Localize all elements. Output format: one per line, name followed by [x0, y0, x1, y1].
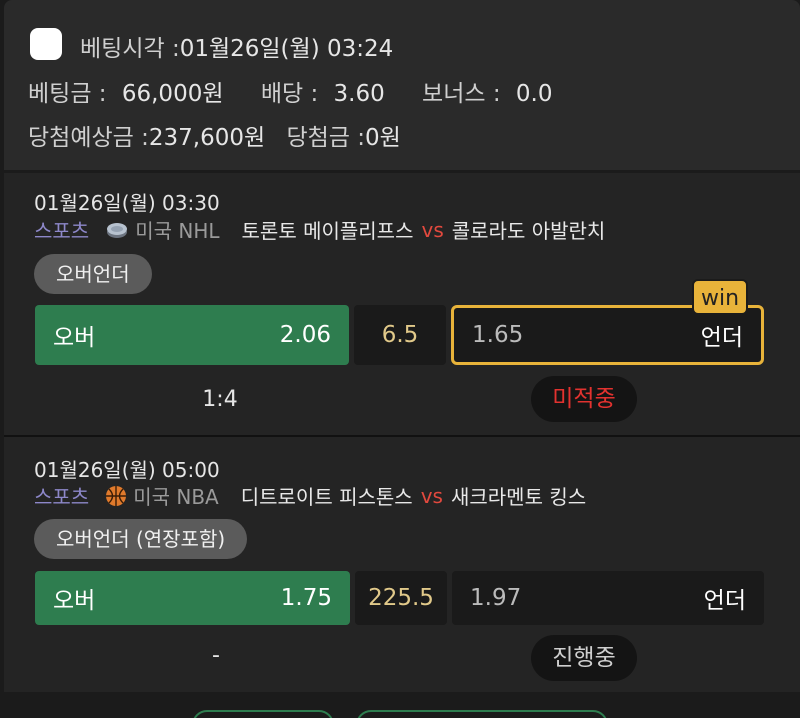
under-button[interactable]: 1.97 언더 [452, 571, 764, 625]
vs-label: vs [421, 217, 444, 242]
stake-row: 베팅금 : 66,000원 배당 : 3.60 보너스 : 0.0 [28, 74, 552, 108]
expected-row: 당첨예상금 :237,600원 당첨금 :0원 [28, 118, 401, 152]
hockey-puck-icon [107, 222, 128, 238]
bonus-value: 0.0 [515, 81, 553, 107]
game-time: 01월26일(월) 03:30 [34, 191, 220, 215]
win-badge: win [692, 279, 748, 315]
league-label: 미국 NBA [133, 485, 219, 509]
basketball-icon [106, 485, 127, 506]
market-badge: 오버언더 (연장포함) [34, 519, 248, 559]
footer-button[interactable] [192, 710, 334, 718]
over-odds: 1.75 [280, 585, 332, 611]
bet-time-label: 베팅시각 : [80, 36, 180, 62]
match-row: 스포츠 미국 NHL 토론토 메이플리프스 vs 콜로라도 아발란치 [34, 215, 605, 244]
game-score: - [212, 643, 220, 668]
match-row: 스포츠 미국 NBA 디트로이트 피스톤스 vs 새크라멘토 킹스 [34, 481, 586, 510]
over-button[interactable]: 오버 2.06 [35, 305, 349, 365]
game-time: 01월26일(월) 05:00 [34, 458, 220, 482]
sport-label: 스포츠 [34, 219, 90, 243]
under-label: 언더 [700, 325, 743, 351]
league: 미국 NHL [105, 215, 220, 244]
over-button[interactable]: 오버 1.75 [35, 571, 350, 625]
line-value: 6.5 [354, 305, 446, 365]
stake-value: 66,000원 [121, 81, 224, 107]
over-label: 오버 [53, 325, 96, 351]
over-odds: 2.06 [279, 322, 331, 348]
result-status: 미적중 [531, 376, 637, 422]
footer-button[interactable] [356, 710, 608, 718]
payout-value: 0원 [365, 125, 401, 151]
vs-label: vs [420, 483, 443, 508]
sport-label: 스포츠 [34, 485, 90, 509]
line-value: 225.5 [355, 571, 447, 625]
line-text: 225.5 [368, 585, 434, 611]
game-card: 01월26일(월) 03:30 스포츠 미국 NHL 토론토 메이플리프스 vs… [4, 173, 800, 435]
odds-label: 배당 : [260, 81, 319, 107]
bet-summary: 베팅시각 :01월26일(월) 03:24 베팅금 : 66,000원 배당 :… [4, 0, 800, 170]
home-team: 토론토 메이플리프스 [241, 219, 414, 243]
payout-label: 당첨금 : [286, 125, 366, 151]
game-card: 01월26일(월) 05:00 스포츠 미국 NBA 디트로이트 피스톤스 vs… [4, 437, 800, 692]
bet-time-value: 01월26일(월) 03:24 [179, 36, 394, 62]
result-status: 진행중 [531, 635, 637, 681]
bonus-label: 보너스 : [422, 81, 501, 107]
away-team: 새크라멘토 킹스 [450, 485, 587, 509]
bet-time-row: 베팅시각 :01월26일(월) 03:24 [80, 29, 393, 63]
expected-value: 237,600원 [148, 125, 266, 151]
over-label: 오버 [53, 588, 96, 614]
away-team: 콜로라도 아발란치 [451, 219, 606, 243]
expected-label: 당첨예상금 : [28, 125, 149, 151]
under-odds: 1.97 [470, 585, 522, 611]
under-label: 언더 [703, 588, 746, 614]
league-label: 미국 NHL [135, 219, 220, 243]
league: 미국 NBA [105, 481, 219, 510]
under-odds: 1.65 [472, 322, 524, 348]
game-score: 1:4 [202, 387, 238, 412]
odds-value: 3.60 [333, 81, 385, 107]
stake-label: 베팅금 : [28, 81, 107, 107]
home-team: 디트로이트 피스톤스 [240, 485, 413, 509]
line-text: 6.5 [381, 322, 419, 348]
market-badge: 오버언더 [34, 254, 152, 294]
select-bet-checkbox[interactable] [30, 28, 62, 60]
